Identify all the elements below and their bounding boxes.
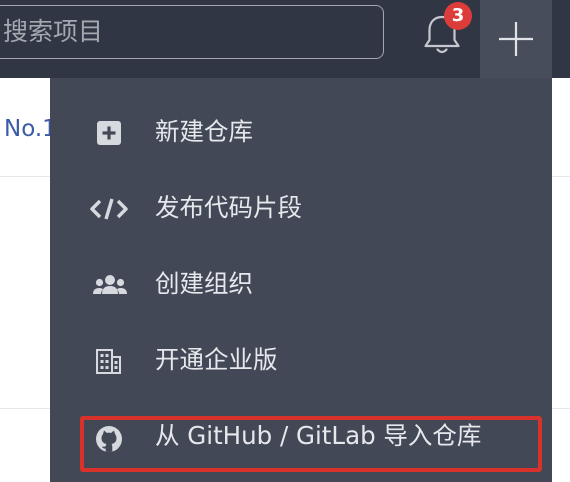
github-icon	[94, 424, 124, 454]
menu-item-create-org[interactable]: 创建组织	[50, 248, 552, 322]
building-icon	[94, 346, 124, 376]
menu-item-label: 从 GitHub / GitLab 导入仓库	[155, 421, 482, 450]
create-menu-button[interactable]	[480, 0, 552, 80]
search-box[interactable]	[0, 5, 384, 59]
menu-item-label: 创建组织	[155, 269, 253, 298]
menu-item-label: 新建仓库	[155, 117, 253, 146]
project-link[interactable]: No.1	[4, 116, 57, 142]
users-icon	[91, 270, 129, 300]
menu-item-label: 开通企业版	[155, 345, 278, 374]
code-icon	[90, 194, 128, 224]
notification-badge: 3	[444, 2, 472, 30]
menu-item-new-repo[interactable]: 新建仓库	[50, 96, 552, 170]
menu-item-publish-snippet[interactable]: 发布代码片段	[50, 172, 552, 246]
create-dropdown-menu: 新建仓库 发布代码片段 创建组织 开通企业版 从 GitHub / GitLab…	[50, 78, 552, 482]
plus-square-icon	[94, 118, 124, 148]
plus-icon	[499, 22, 533, 56]
menu-item-enterprise[interactable]: 开通企业版	[50, 324, 552, 398]
search-input[interactable]	[1, 6, 371, 57]
top-navbar: 3	[0, 0, 570, 80]
menu-item-label: 发布代码片段	[155, 193, 302, 222]
menu-item-import-repo[interactable]: 从 GitHub / GitLab 导入仓库	[50, 400, 552, 474]
